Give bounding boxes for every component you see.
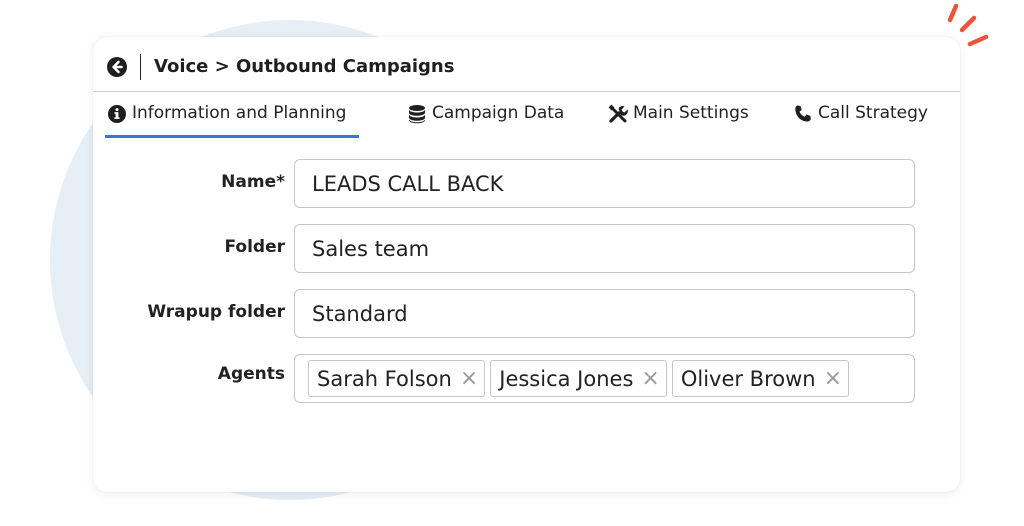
tab-label: Campaign Data (432, 103, 565, 123)
agents-label: Agents (217, 364, 285, 384)
phone-icon (795, 105, 811, 122)
tab-label: Information and Planning (132, 103, 347, 123)
tab-main-settings[interactable]: Main Settings (608, 103, 749, 137)
campaign-card: Voice > Outbound Campaigns Information a… (93, 37, 960, 492)
wrapup-folder-label: Wrapup folder (147, 302, 285, 322)
folder-input[interactable]: Sales team (294, 224, 915, 273)
wrapup-folder-input[interactable]: Standard (294, 289, 915, 338)
name-value: LEADS CALL BACK (312, 171, 504, 196)
database-icon (409, 105, 425, 124)
tab-label: Main Settings (633, 103, 749, 123)
tools-icon (608, 104, 628, 123)
card-header: Voice > Outbound Campaigns (93, 37, 960, 92)
folder-label: Folder (224, 237, 285, 257)
folder-value: Sales team (312, 236, 430, 261)
name-label: Name* (221, 172, 285, 192)
info-circle-icon (108, 105, 126, 123)
tab-information-and-planning[interactable]: Information and Planning (107, 103, 346, 137)
remove-tag-icon[interactable]: × (641, 367, 659, 390)
agent-tag: Jessica Jones × (490, 360, 667, 397)
tab-label: Call Strategy (818, 103, 928, 123)
agent-tag-label: Jessica Jones (499, 366, 634, 391)
name-input[interactable]: LEADS CALL BACK (294, 159, 915, 208)
agent-tag: Oliver Brown × (671, 360, 850, 397)
agent-tag-label: Oliver Brown (680, 366, 816, 391)
tab-bar: Information and Planning Campaign Data M… (93, 103, 960, 139)
remove-tag-icon[interactable]: × (824, 367, 842, 390)
agents-multiselect[interactable]: Sarah Folson × Jessica Jones × Oliver Br… (294, 354, 915, 403)
wrapup-folder-value: Standard (312, 301, 408, 326)
active-tab-indicator (105, 135, 359, 138)
tab-campaign-data[interactable]: Campaign Data (407, 103, 564, 137)
breadcrumb: Voice > Outbound Campaigns (154, 56, 455, 77)
remove-tag-icon[interactable]: × (460, 367, 478, 390)
tab-call-strategy[interactable]: Call Strategy (793, 103, 928, 137)
header-divider (140, 54, 141, 80)
agent-tag: Sarah Folson × (308, 360, 486, 397)
agent-tag-label: Sarah Folson (317, 366, 452, 391)
back-arrow-icon[interactable] (107, 57, 127, 77)
